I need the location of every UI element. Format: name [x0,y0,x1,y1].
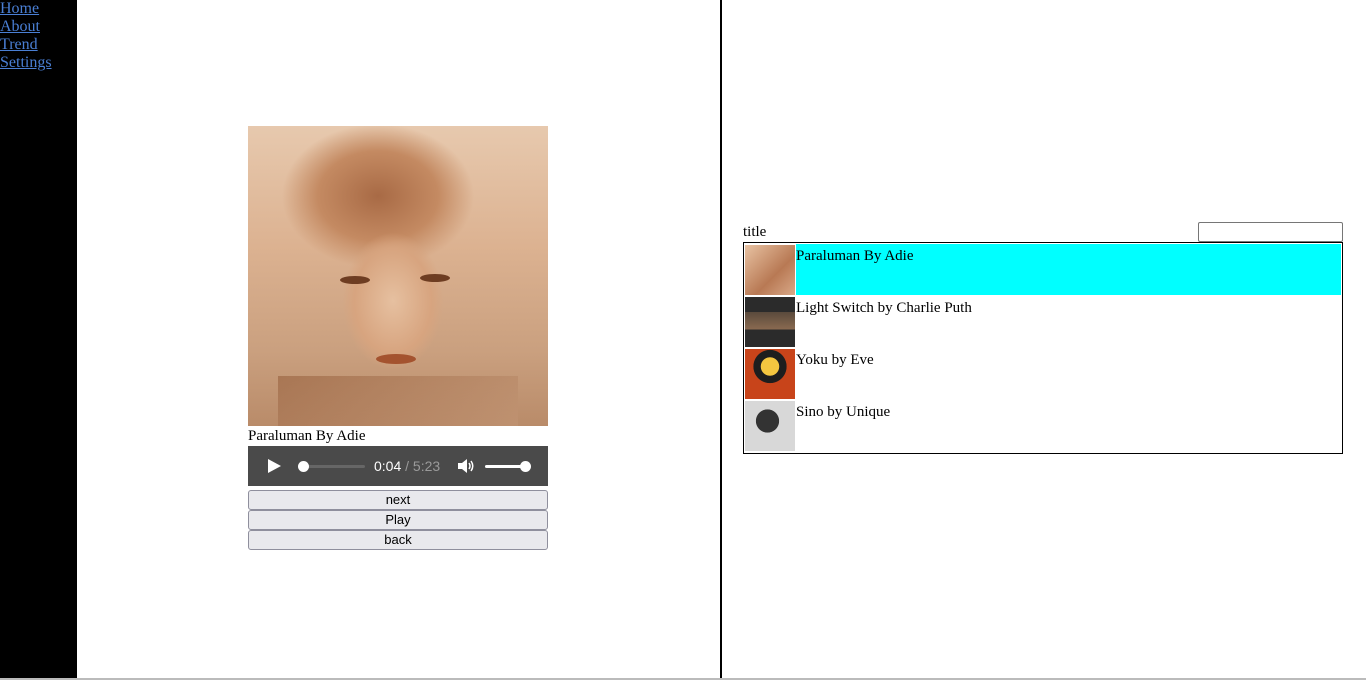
light-switch-album-thumbnail [745,297,795,347]
panel-divider [720,0,722,680]
control-buttons: next Play back [248,490,548,550]
cover-eye-left [340,276,370,284]
time-display: 0:04 / 5:23 [374,458,440,474]
nav-link-about[interactable]: About [0,18,77,36]
nav-link-trend[interactable]: Trend [0,36,77,54]
playlist: Paraluman By Adie Light Switch by Charli… [743,242,1343,454]
cover-lips [376,354,416,364]
seek-thumb[interactable] [298,461,309,472]
time-separator: / [401,458,413,474]
playlist-item[interactable]: Sino by Unique [745,400,1341,452]
playlist-search-input[interactable] [1198,222,1343,242]
seek-bar[interactable] [302,465,365,468]
sidebar-nav: Home About Trend Settings [0,0,77,680]
cover-collar [278,376,518,426]
playlist-title-label: title [743,224,767,240]
nav-link-home[interactable]: Home [0,0,77,18]
portrait-painting-thumbnail [745,245,795,295]
duration: 5:23 [412,458,441,474]
playlist-item[interactable]: Paraluman By Adie [745,244,1341,296]
volume-thumb[interactable] [520,461,531,472]
playlist-item-title: Yoku by Eve [796,352,874,368]
play-icon[interactable] [268,459,281,473]
playlist-item-title: Paraluman By Adie [796,244,1341,295]
playlist-header: title [743,222,1343,242]
bw-portrait-thumbnail [745,401,795,451]
audio-player[interactable]: 0:04 / 5:23 [248,446,548,486]
playlist-item-title: Light Switch by Charlie Puth [796,300,972,316]
player-panel: Paraluman By Adie 0:04 / 5:23 next Play … [248,126,548,550]
next-button[interactable]: next [248,490,548,510]
now-playing-title: Paraluman By Adie [248,428,366,444]
anime-character-thumbnail [745,349,795,399]
back-button[interactable]: back [248,530,548,550]
cover-eye-right [420,274,450,282]
current-time: 0:04 [374,458,402,474]
playlist-item[interactable]: Yoku by Eve [745,348,1341,400]
album-cover-image [248,126,548,426]
volume-icon[interactable] [458,459,476,473]
playlist-item[interactable]: Light Switch by Charlie Puth [745,296,1341,348]
play-button[interactable]: Play [248,510,548,530]
nav-link-settings[interactable]: Settings [0,54,77,72]
playlist-item-title: Sino by Unique [796,404,891,420]
